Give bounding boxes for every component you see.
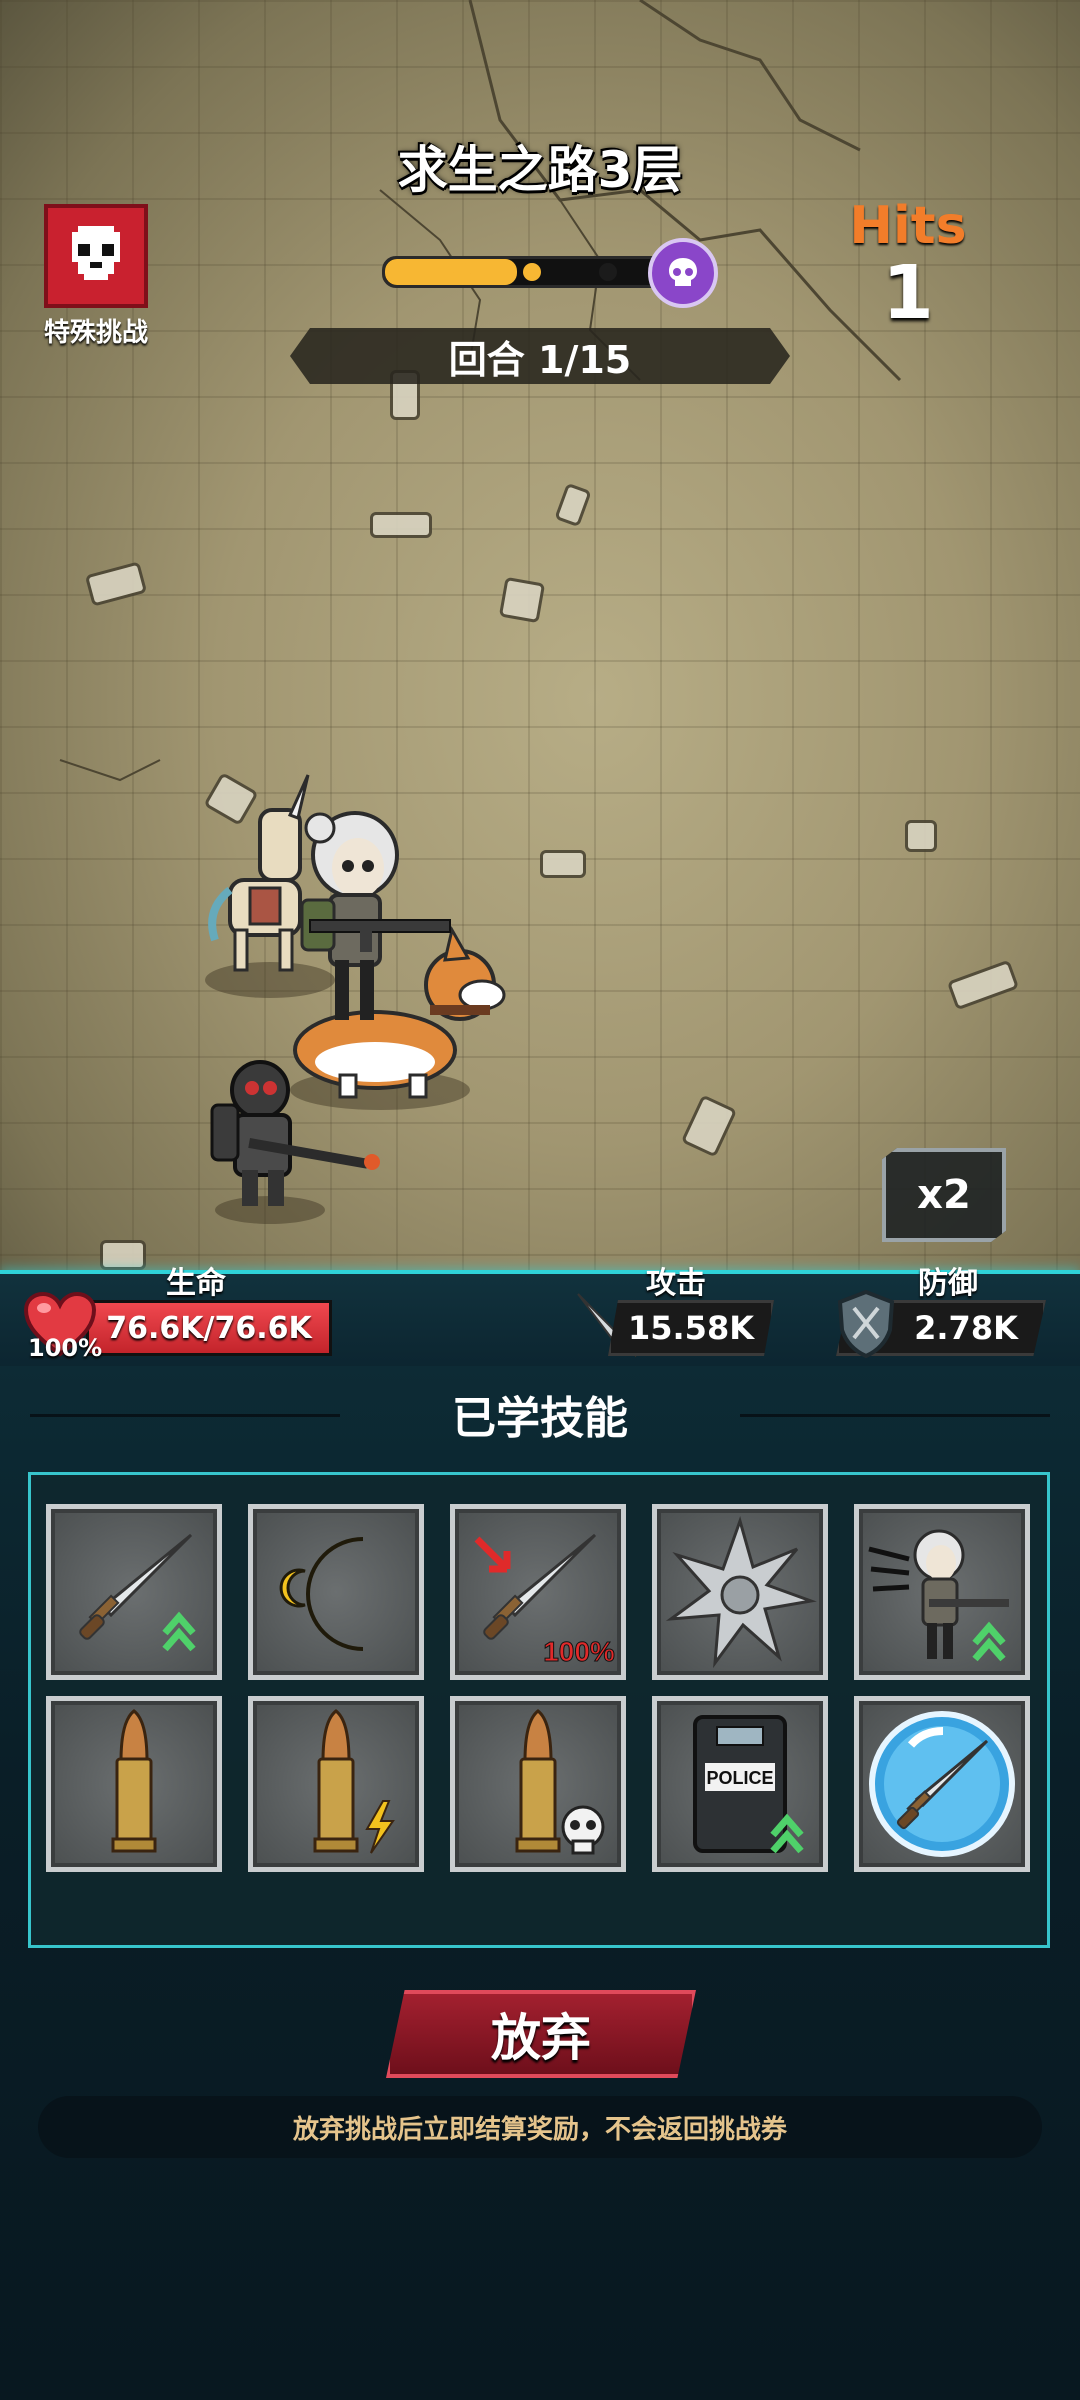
learned-skills-title: 已学技能: [452, 1393, 628, 1444]
special-challenge-button[interactable]: 特殊挑战: [36, 204, 156, 349]
bullet-skull-icon: [515, 1709, 605, 1855]
skill-slot-shuriken[interactable]: [652, 1504, 828, 1680]
progress-node: [523, 263, 541, 281]
hits-count: 1: [882, 250, 934, 336]
level-progress-bar: [382, 256, 688, 288]
abandon-notice: 放弃挑战后立即结算奖励，不会返回挑战券: [38, 2096, 1042, 2158]
upgrade-arrows-icon: [972, 1621, 1006, 1662]
abandon-button[interactable]: 放弃: [386, 1990, 696, 2078]
level-progress-fill: [385, 259, 517, 285]
player-party-sprite: [205, 774, 506, 1224]
shuriken-icon: [665, 1516, 817, 1669]
unicorn-pet: [208, 774, 310, 972]
bullet-lightning-icon: [313, 1709, 395, 1854]
crit-percent-badge: 100%: [543, 1636, 615, 1667]
defense-label: 防御: [918, 1266, 978, 1301]
police-label: POLICE: [706, 1768, 773, 1788]
hp-label: 生命: [166, 1266, 226, 1301]
defense-value-text: 2.78K: [914, 1309, 1018, 1347]
progress-node: [453, 263, 471, 281]
skill-slot-bullet[interactable]: [46, 1696, 222, 1872]
survivor-gunner-icon: [868, 1529, 1009, 1662]
skill-slot-bullet-skull[interactable]: [450, 1696, 626, 1872]
special-challenge-label: 特殊挑战: [43, 318, 148, 348]
hits-counter: Hits 1: [830, 196, 986, 330]
corgi-mount: [293, 925, 506, 1099]
round-counter: 回合 1/15: [290, 328, 790, 384]
skill-slot-bullet-lightning[interactable]: [248, 1696, 424, 1872]
dagger-crit-icon: 100%: [474, 1533, 615, 1668]
skull-icon: [561, 1805, 605, 1855]
crescent-moon-icon: [279, 1537, 364, 1651]
skill-slot-dagger-bubble[interactable]: [854, 1696, 1030, 1872]
dagger-icon: [79, 1533, 196, 1652]
hp-bar: 76.6K/76.6K: [86, 1300, 332, 1356]
skill-slot-crescent[interactable]: [248, 1504, 424, 1680]
upgrade-arrows-icon: [162, 1611, 196, 1652]
progress-node: [599, 263, 617, 281]
level-title: 求生之路3层: [397, 141, 683, 199]
battlefield: 求生之路3层 回合 1/15 特殊挑战 Hits 1 x2: [0, 0, 1080, 1270]
speed-toggle-button[interactable]: x2: [882, 1148, 1006, 1242]
hits-label: Hits: [849, 196, 967, 256]
attack-value: 15.58K: [608, 1300, 774, 1356]
bullet-icon: [111, 1709, 157, 1853]
skill-slot-crit-dagger[interactable]: 100%: [450, 1504, 626, 1680]
lightning-icon: [365, 1800, 395, 1854]
shield-icon: [837, 1290, 895, 1358]
boss-skull-icon: [648, 238, 718, 308]
dagger-bubble-icon: [869, 1711, 1015, 1857]
hp-value: 76.6K/76.6K: [106, 1310, 312, 1346]
attack-label: 攻击: [646, 1266, 706, 1301]
police-shield-icon: POLICE: [693, 1715, 804, 1854]
hp-percent: 100%: [28, 1334, 103, 1362]
skill-slot-dagger[interactable]: [46, 1504, 222, 1680]
skill-slot-police-shield[interactable]: POLICE: [652, 1696, 828, 1872]
skull-icon: [44, 204, 148, 308]
skill-slot-survivor[interactable]: [854, 1504, 1030, 1680]
